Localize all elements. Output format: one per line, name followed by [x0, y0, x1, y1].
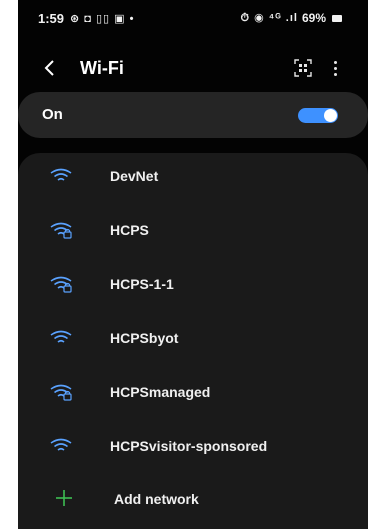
plus-icon — [56, 490, 72, 506]
network-row-hcps-1-1[interactable]: HCPS-1-1 — [18, 263, 368, 307]
app-header: Wi-Fi — [18, 50, 368, 86]
add-network-label: Add network — [114, 491, 199, 507]
wifi-toggle-label: On — [42, 106, 63, 123]
network-name: HCPSbyot — [110, 330, 179, 346]
wifi-signal-icon — [50, 168, 72, 181]
status-bar: 1:59 ⊛ ◘ ▯▯ ▣ • ⏱ ◉ ⁴ᴳ .ıl 69% — [18, 0, 368, 36]
status-right-group: ⏱ ◉ ⁴ᴳ .ıl 69% — [240, 11, 342, 25]
battery-percent: 69% — [301, 11, 326, 25]
network-row-hcpsbyot[interactable]: HCPSbyot — [18, 317, 368, 361]
phone-screen: 1:59 ⊛ ◘ ▯▯ ▣ • ⏱ ◉ ⁴ᴳ .ıl 69% Wi-Fi On … — [18, 0, 368, 529]
notification-icons: ⊛ ◘ ▯▯ ▣ • — [70, 12, 135, 25]
qr-scan-icon[interactable] — [294, 59, 312, 77]
add-network-button[interactable]: Add network — [18, 478, 368, 522]
network-row-devnet[interactable]: DevNet — [18, 155, 368, 199]
network-row-hcpsvisitor-sponsored[interactable]: HCPSvisitor-sponsored — [18, 425, 368, 469]
battery-icon — [332, 14, 342, 22]
network-name: HCPSmanaged — [110, 384, 211, 400]
wifi-lock-icon — [50, 384, 72, 401]
network-name: DevNet — [110, 168, 159, 184]
more-vertical-icon[interactable] — [330, 57, 340, 79]
wifi-lock-icon — [50, 276, 72, 293]
network-name: HCPS — [110, 222, 149, 238]
network-row-hcps[interactable]: HCPS — [18, 209, 368, 253]
signal-icons: ⏱ ◉ ⁴ᴳ .ıl — [240, 12, 298, 24]
network-list: DevNet HCPS HCPS-1-1 HCPSbyot HCPSmanage… — [18, 153, 368, 529]
wifi-signal-icon — [50, 330, 72, 343]
network-name: HCPS-1-1 — [110, 276, 174, 292]
network-name: HCPSvisitor-sponsored — [110, 438, 268, 454]
status-time: 1:59 — [38, 10, 65, 26]
network-row-hcpsmanaged[interactable]: HCPSmanaged — [18, 371, 368, 415]
wifi-toggle-switch[interactable] — [298, 108, 338, 123]
back-arrow-icon[interactable] — [38, 56, 62, 80]
toggle-knob — [324, 109, 337, 122]
page-title: Wi-Fi — [80, 58, 124, 78]
wifi-toggle-row[interactable]: On — [18, 92, 368, 138]
wifi-signal-icon — [50, 438, 72, 451]
wifi-lock-icon — [50, 222, 72, 239]
